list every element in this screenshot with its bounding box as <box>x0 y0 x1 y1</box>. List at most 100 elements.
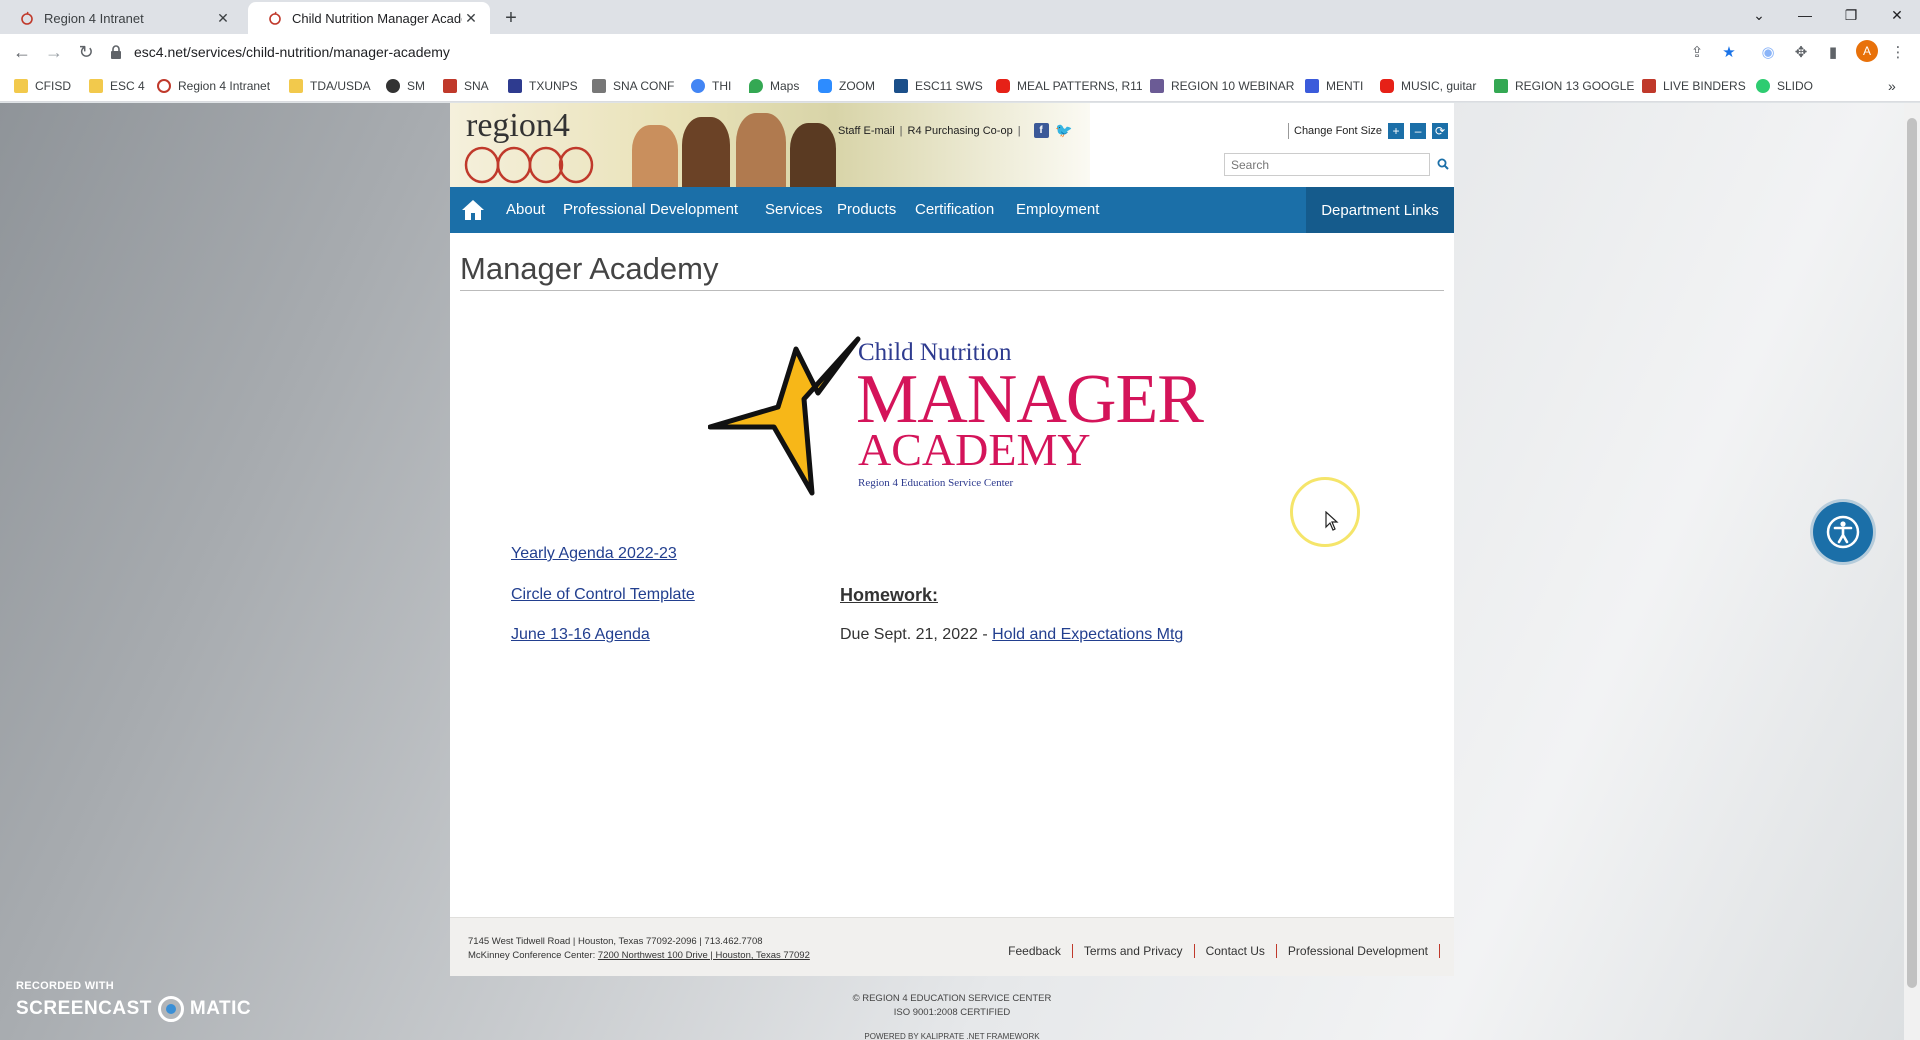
footer-feedback-link[interactable]: Feedback <box>997 944 1073 958</box>
esc11-icon <box>894 79 908 93</box>
extensions-puzzle-icon[interactable]: ✥ <box>1789 40 1813 64</box>
bookmark-sm[interactable]: SM <box>386 76 425 96</box>
address-line1: 7145 West Tidwell Road | Houston, Texas … <box>468 936 763 947</box>
link-icon <box>592 79 606 93</box>
accessibility-icon <box>1826 515 1860 549</box>
purchasing-coop-link[interactable]: R4 Purchasing Co-op <box>908 125 1013 137</box>
search-input[interactable]: Search <box>1224 153 1430 176</box>
accessibility-button[interactable] <box>1813 502 1873 562</box>
nav-certification[interactable]: Certification <box>915 201 994 218</box>
tab-search-icon[interactable]: ⌄ <box>1736 0 1782 30</box>
nav-services[interactable]: Services <box>765 201 823 218</box>
staff-email-link[interactable]: Staff E-mail <box>838 125 895 137</box>
search-icon[interactable] <box>1434 155 1452 173</box>
yearly-agenda-link[interactable]: Yearly Agenda 2022-23 <box>511 545 677 563</box>
screencast-logo-icon <box>157 996 184 1022</box>
menti-icon <box>1305 79 1319 93</box>
bookmark-esc4[interactable]: ESC 4 <box>89 76 145 96</box>
site-header: region4 Staff E-mail | R4 Purchasing Co-… <box>450 103 1454 187</box>
circle-of-control-link[interactable]: Circle of Control Template <box>511 586 695 604</box>
bookmark-region13-google[interactable]: REGION 13 GOOGLE <box>1494 76 1634 96</box>
bookmarks-more-button[interactable]: » <box>1888 76 1896 96</box>
watermark-line1: RECORDED WITH <box>16 980 115 992</box>
bookmark-zoom[interactable]: ZOOM <box>818 76 875 96</box>
nav-products[interactable]: Products <box>837 201 896 218</box>
tab-close-icon[interactable]: ✕ <box>462 9 480 27</box>
bookmark-music-guitar[interactable]: MUSIC, guitar <box>1380 76 1476 96</box>
bookmark-live-binders[interactable]: LIVE BINDERS <box>1642 76 1746 96</box>
header-top-links: Staff E-mail | R4 Purchasing Co-op | f 🐦 <box>838 122 1073 138</box>
txunps-icon <box>508 79 522 93</box>
bookmark-sna-conf[interactable]: SNA CONF <box>592 76 674 96</box>
url-text: esc4.net/services/child-nutrition/manage… <box>134 44 450 60</box>
site-footer: 7145 West Tidwell Road | Houston, Texas … <box>450 917 1454 976</box>
child-photo <box>790 123 836 187</box>
bookmark-menti[interactable]: MENTI <box>1305 76 1363 96</box>
department-links-button[interactable]: Department Links <box>1306 187 1454 233</box>
footer-links: Feedback Terms and Privacy Contact Us Pr… <box>997 944 1440 958</box>
nav-employment[interactable]: Employment <box>1016 201 1099 218</box>
tab-manager-academy[interactable]: Child Nutrition Manager Academ ✕ <box>248 2 490 34</box>
scrollbar-thumb[interactable] <box>1907 118 1917 988</box>
bookmark-star-icon[interactable]: ★ <box>1717 40 1741 64</box>
june-agenda-link[interactable]: June 13-16 Agenda <box>511 626 650 644</box>
close-window-button[interactable]: ✕ <box>1874 0 1920 30</box>
profile-avatar[interactable]: A <box>1856 40 1878 62</box>
address-bar[interactable]: esc4.net/services/child-nutrition/manage… <box>110 37 1730 67</box>
menu-kebab-icon[interactable]: ⋮ <box>1886 40 1910 64</box>
powered-by: POWERED BY KALIPRATE .NET FRAMEWORK <box>864 1032 1040 1040</box>
bookmark-esc11-sws[interactable]: ESC11 SWS <box>894 76 983 96</box>
back-arrow-icon[interactable]: ← <box>8 38 36 66</box>
zoom-icon <box>818 79 832 93</box>
new-tab-button[interactable]: + <box>498 5 524 31</box>
footer-pd-link[interactable]: Professional Development <box>1277 944 1440 958</box>
bookmark-cfisd[interactable]: CFISD <box>14 76 71 96</box>
font-decrease-button[interactable]: – <box>1410 123 1427 139</box>
side-panel-icon[interactable]: ▮ <box>1821 40 1845 64</box>
font-size-controls: Change Font Size + – ⟳ <box>1288 123 1449 139</box>
bookmark-region4-intranet[interactable]: Region 4 Intranet <box>157 76 270 96</box>
bookmark-sna[interactable]: SNA <box>443 76 489 96</box>
minimize-button[interactable]: — <box>1782 0 1828 30</box>
main-nav: About Professional Development Services … <box>450 187 1454 233</box>
nav-about[interactable]: About <box>506 201 545 218</box>
font-reset-button[interactable]: ⟳ <box>1432 123 1449 139</box>
forward-arrow-icon[interactable]: → <box>40 38 68 66</box>
bookmark-slido[interactable]: SLIDO <box>1756 76 1813 96</box>
bookmark-meal-patterns[interactable]: MEAL PATTERNS, R11 <box>996 76 1143 96</box>
webinar-icon <box>1150 79 1164 93</box>
share-icon[interactable]: ⇪ <box>1685 40 1709 64</box>
hold-expectations-link[interactable]: Hold and Expectations Mtg <box>992 626 1183 643</box>
folder-icon <box>89 79 103 93</box>
youtube-icon <box>996 79 1010 93</box>
facebook-icon[interactable]: f <box>1033 123 1049 138</box>
region4-logo[interactable]: region4 <box>466 107 570 145</box>
mouse-cursor-icon <box>1325 511 1339 531</box>
extension-circle-icon[interactable]: ◉ <box>1756 40 1780 64</box>
academy-line3: ACADEMY <box>858 424 1091 475</box>
restore-button[interactable]: ❐ <box>1828 0 1874 30</box>
footer-terms-link[interactable]: Terms and Privacy <box>1073 944 1195 958</box>
nav-professional-development[interactable]: Professional Development <box>563 201 738 218</box>
font-increase-button[interactable]: + <box>1388 123 1405 139</box>
home-icon[interactable] <box>460 197 486 223</box>
tab-label: Child Nutrition Manager Academ <box>292 10 462 26</box>
page-title: Manager Academy <box>460 251 719 286</box>
header-banner: region4 <box>450 103 1090 187</box>
tab-close-icon[interactable]: ✕ <box>214 9 232 27</box>
reload-icon[interactable]: ↻ <box>72 38 100 66</box>
bookmark-maps[interactable]: Maps <box>749 76 799 96</box>
footer-contact-link[interactable]: Contact Us <box>1195 944 1277 958</box>
tab-region4-intranet[interactable]: Region 4 Intranet ✕ <box>0 2 242 34</box>
bookmark-region10-webinar[interactable]: REGION 10 WEBINAR <box>1150 76 1294 96</box>
binder-icon <box>1642 79 1656 93</box>
bookmark-txunps[interactable]: TXUNPS <box>508 76 578 96</box>
conference-center-link[interactable]: 7200 Northwest 100 Drive | Houston, Texa… <box>598 950 810 961</box>
watermark-brand-a: SCREENCAST <box>16 998 152 1019</box>
apple-favicon-icon <box>269 11 281 25</box>
twitter-icon[interactable]: 🐦 <box>1055 122 1072 138</box>
footer-address: 7145 West Tidwell Road | Houston, Texas … <box>468 935 810 963</box>
bookmark-tda-usda[interactable]: TDA/USDA <box>289 76 371 96</box>
address-line2-prefix: McKinney Conference Center: <box>468 950 598 961</box>
bookmark-thi[interactable]: THI <box>691 76 731 96</box>
